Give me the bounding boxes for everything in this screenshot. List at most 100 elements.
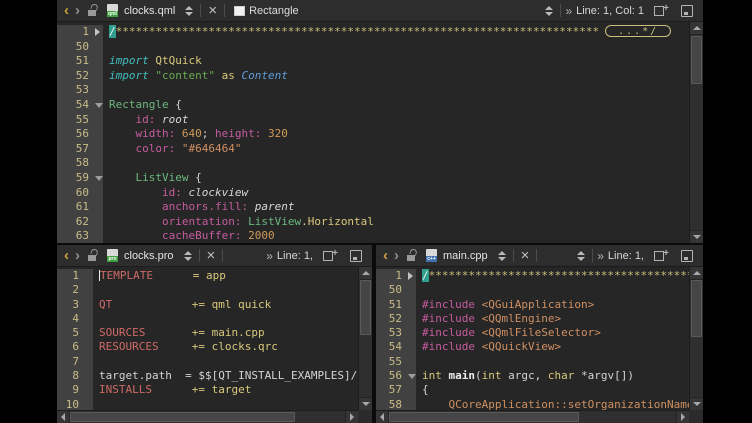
code-line[interactable]: 9 INSTALLS += target: [57, 383, 358, 397]
code-text[interactable]: TEMPLATE = app: [93, 269, 358, 283]
back-button[interactable]: ‹: [61, 246, 72, 266]
document-dropdown-arrows[interactable]: [495, 246, 509, 266]
symbol-dropdown-arrows[interactable]: [574, 246, 588, 266]
qml-code-area[interactable]: 1/**************************************…: [57, 22, 689, 243]
code-text[interactable]: INSTALLS += target: [93, 383, 358, 397]
close-document-button[interactable]: ×: [518, 246, 533, 266]
line-number[interactable]: 51: [376, 298, 406, 312]
fold-marker[interactable]: [93, 25, 103, 40]
document-dropdown-arrows[interactable]: [182, 1, 196, 21]
code-line[interactable]: 59 ListView {: [57, 171, 689, 186]
scroll-left-button[interactable]: [376, 411, 389, 423]
code-text[interactable]: [93, 398, 358, 410]
code-line[interactable]: 57 color: "#646464": [57, 142, 689, 157]
code-line[interactable]: 51#include <QGuiApplication>: [376, 298, 689, 312]
code-line[interactable]: 52 import "content" as Content: [57, 69, 689, 84]
scrollbar-thumb[interactable]: [360, 280, 371, 335]
line-number[interactable]: 52: [376, 312, 406, 326]
code-line[interactable]: 8target.path = $$[QT_INSTALL_EXAMPLES]/d…: [57, 369, 358, 383]
line-number[interactable]: 3: [57, 298, 83, 312]
code-text[interactable]: QT += qml quick: [93, 298, 358, 312]
pro-vertical-scrollbar[interactable]: [358, 267, 372, 410]
lock-toggle[interactable]: [402, 246, 421, 266]
code-text[interactable]: import QtQuick: [103, 54, 689, 69]
qml-code-editor[interactable]: 1/**************************************…: [57, 22, 703, 243]
cpp-vertical-scrollbar[interactable]: [689, 267, 703, 410]
line-number[interactable]: 56: [376, 369, 406, 383]
line-number[interactable]: 54: [376, 340, 406, 354]
fold-marker[interactable]: [93, 98, 103, 113]
code-line[interactable]: 53: [57, 83, 689, 98]
code-text[interactable]: #include <QQmlEngine>: [416, 312, 689, 326]
line-number[interactable]: 58: [376, 398, 406, 410]
back-button[interactable]: ‹: [380, 246, 391, 266]
code-text[interactable]: cacheBuffer: 2000: [103, 229, 689, 243]
code-line[interactable]: 5SOURCES += main.cpp: [57, 326, 358, 340]
line-number[interactable]: 1: [57, 269, 83, 283]
split-button[interactable]: +: [648, 1, 675, 21]
code-line[interactable]: 55: [376, 355, 689, 369]
code-text[interactable]: [103, 156, 689, 171]
code-text[interactable]: ListView {: [103, 171, 689, 186]
code-line[interactable]: 57{: [376, 383, 689, 397]
scrollbar-thumb[interactable]: [691, 280, 702, 337]
scroll-left-button[interactable]: [57, 411, 70, 423]
lock-toggle[interactable]: [83, 246, 102, 266]
code-text[interactable]: orientation: ListView.Horizontal: [103, 215, 689, 230]
scroll-right-button[interactable]: [676, 411, 689, 423]
split-button[interactable]: +: [648, 246, 675, 266]
fold-marker[interactable]: [93, 171, 103, 186]
pro-horizontal-scrollbar[interactable]: [57, 410, 358, 423]
code-line[interactable]: 50: [57, 40, 689, 55]
line-number[interactable]: 58: [57, 156, 93, 171]
line-number[interactable]: 54: [57, 98, 93, 113]
cpp-horizontal-scrollbar[interactable]: [376, 410, 689, 423]
code-line[interactable]: 60 id: clockview: [57, 186, 689, 201]
code-text[interactable]: #include <QQmlFileSelector>: [416, 326, 689, 340]
line-number[interactable]: 53: [376, 326, 406, 340]
code-line[interactable]: 55 id: root: [57, 113, 689, 128]
line-number[interactable]: 53: [57, 83, 93, 98]
fold-marker[interactable]: [406, 369, 416, 383]
line-number[interactable]: 9: [57, 383, 83, 397]
line-number[interactable]: 60: [57, 186, 93, 201]
code-text[interactable]: [416, 283, 689, 297]
code-text[interactable]: [93, 283, 358, 297]
code-text[interactable]: [93, 355, 358, 369]
line-number[interactable]: 6: [57, 340, 83, 354]
line-number[interactable]: 50: [376, 283, 406, 297]
code-line[interactable]: 52 #include <QQmlEngine>: [376, 312, 689, 326]
collapsed-comment-badge[interactable]: ...*/: [605, 25, 671, 37]
line-number[interactable]: 61: [57, 200, 93, 215]
code-text[interactable]: [103, 40, 689, 55]
code-line[interactable]: 50: [376, 283, 689, 297]
line-number[interactable]: 2: [57, 283, 83, 297]
code-text[interactable]: width: 640; height: 320: [103, 127, 689, 142]
line-number[interactable]: 55: [376, 355, 406, 369]
code-line[interactable]: 54 Rectangle {: [57, 98, 689, 113]
open-document-dropdown[interactable]: c++ main.cpp: [421, 246, 495, 266]
line-number[interactable]: 5: [57, 326, 83, 340]
code-text[interactable]: /***************************************…: [103, 25, 689, 40]
code-text[interactable]: RESOURCES += clocks.qrc: [93, 340, 358, 354]
code-line[interactable]: 7: [57, 355, 358, 369]
line-number[interactable]: 51: [57, 54, 93, 69]
scroll-up-button[interactable]: [690, 267, 703, 280]
close-split-button[interactable]: [675, 246, 699, 266]
code-line[interactable]: 3 QT += qml quick: [57, 298, 358, 312]
line-number[interactable]: 52: [57, 69, 93, 84]
forward-button[interactable]: ›: [72, 1, 83, 21]
code-line[interactable]: 2: [57, 283, 358, 297]
split-button[interactable]: +: [317, 246, 344, 266]
forward-button[interactable]: ›: [72, 246, 83, 266]
code-line[interactable]: 58: [57, 156, 689, 171]
code-text[interactable]: [416, 355, 689, 369]
code-text[interactable]: import "content" as Content: [103, 69, 689, 84]
code-text[interactable]: anchors.fill: parent: [103, 200, 689, 215]
scrollbar-thumb[interactable]: [70, 412, 295, 422]
symbol-dropdown-arrows[interactable]: [542, 1, 556, 21]
code-text[interactable]: Rectangle {: [103, 98, 689, 113]
code-text[interactable]: #include <QQuickView>: [416, 340, 689, 354]
code-text[interactable]: /***************************************…: [416, 269, 689, 283]
open-document-dropdown[interactable]: qml clocks.qml: [102, 1, 182, 21]
